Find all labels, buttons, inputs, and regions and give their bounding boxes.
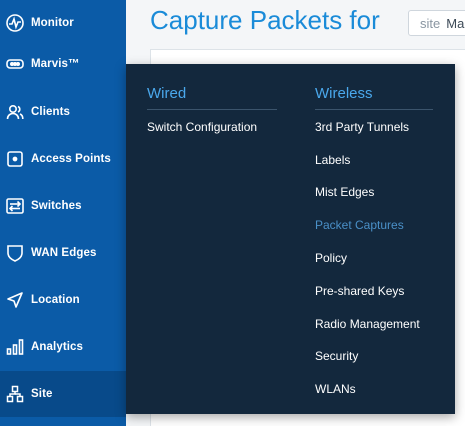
menu-item-mist-edges[interactable]: Mist Edges — [315, 184, 374, 200]
menu-item-packet-captures[interactable]: Packet Captures — [315, 217, 404, 233]
menu-item-radio-management[interactable]: Radio Management — [315, 316, 420, 332]
wan-edge-icon — [4, 242, 26, 264]
marvis-icon — [4, 53, 26, 75]
site-selector-value: Ma — [446, 15, 465, 31]
sidebar-item-wan-edges[interactable]: WAN Edges — [0, 230, 126, 276]
sidebar-item-label: Clients — [31, 106, 71, 118]
site-selector[interactable]: site Ma — [408, 10, 465, 36]
page-title: Capture Packets for — [150, 5, 380, 35]
menu-item-security[interactable]: Security — [315, 348, 358, 364]
menu-divider — [315, 109, 433, 110]
sidebar-item-label: Access Points — [31, 153, 111, 165]
menu-item-labels[interactable]: Labels — [315, 152, 350, 168]
sidebar-item-label: Site — [31, 388, 53, 400]
sidebar-item-label: Monitor — [31, 17, 74, 29]
monitor-icon — [4, 12, 26, 34]
menu-item-switch-configuration[interactable]: Switch Configuration — [147, 119, 257, 135]
sidebar-item-marvis[interactable]: Marvis™ — [0, 41, 126, 87]
switch-icon — [4, 195, 26, 217]
menu-heading-wireless: Wireless — [315, 85, 373, 102]
menu-item-policy[interactable]: Policy — [315, 250, 347, 266]
menu-item-wlans[interactable]: WLANs — [315, 381, 356, 397]
menu-item-3rd-party-tunnels[interactable]: 3rd Party Tunnels — [315, 119, 409, 135]
sidebar: Monitor Marvis™ Clients Access Points Sw… — [0, 0, 126, 426]
analytics-icon — [4, 336, 26, 358]
sidebar-item-label: WAN Edges — [31, 247, 97, 259]
clients-icon — [4, 101, 26, 123]
sidebar-item-analytics[interactable]: Analytics — [0, 324, 126, 370]
location-icon — [4, 289, 26, 311]
site-icon — [4, 383, 26, 405]
access-point-icon — [4, 148, 26, 170]
site-selector-prefix: site — [420, 15, 441, 31]
menu-heading-wired: Wired — [147, 85, 187, 102]
sidebar-item-location[interactable]: Location — [0, 277, 126, 323]
menu-item-pre-shared-keys[interactable]: Pre-shared Keys — [315, 283, 404, 299]
site-flyout-menu: Wired Switch Configuration Wireless 3rd … — [126, 64, 455, 414]
sidebar-item-label: Location — [31, 294, 80, 306]
sidebar-item-label: Marvis™ — [31, 58, 80, 70]
sidebar-item-site[interactable]: Site — [0, 371, 126, 417]
sidebar-item-monitor[interactable]: Monitor — [0, 0, 126, 46]
sidebar-item-clients[interactable]: Clients — [0, 89, 126, 135]
menu-divider — [147, 109, 277, 110]
sidebar-item-switches[interactable]: Switches — [0, 183, 126, 229]
sidebar-item-label: Switches — [31, 200, 82, 212]
sidebar-item-access-points[interactable]: Access Points — [0, 136, 126, 182]
sidebar-item-label: Analytics — [31, 341, 84, 353]
